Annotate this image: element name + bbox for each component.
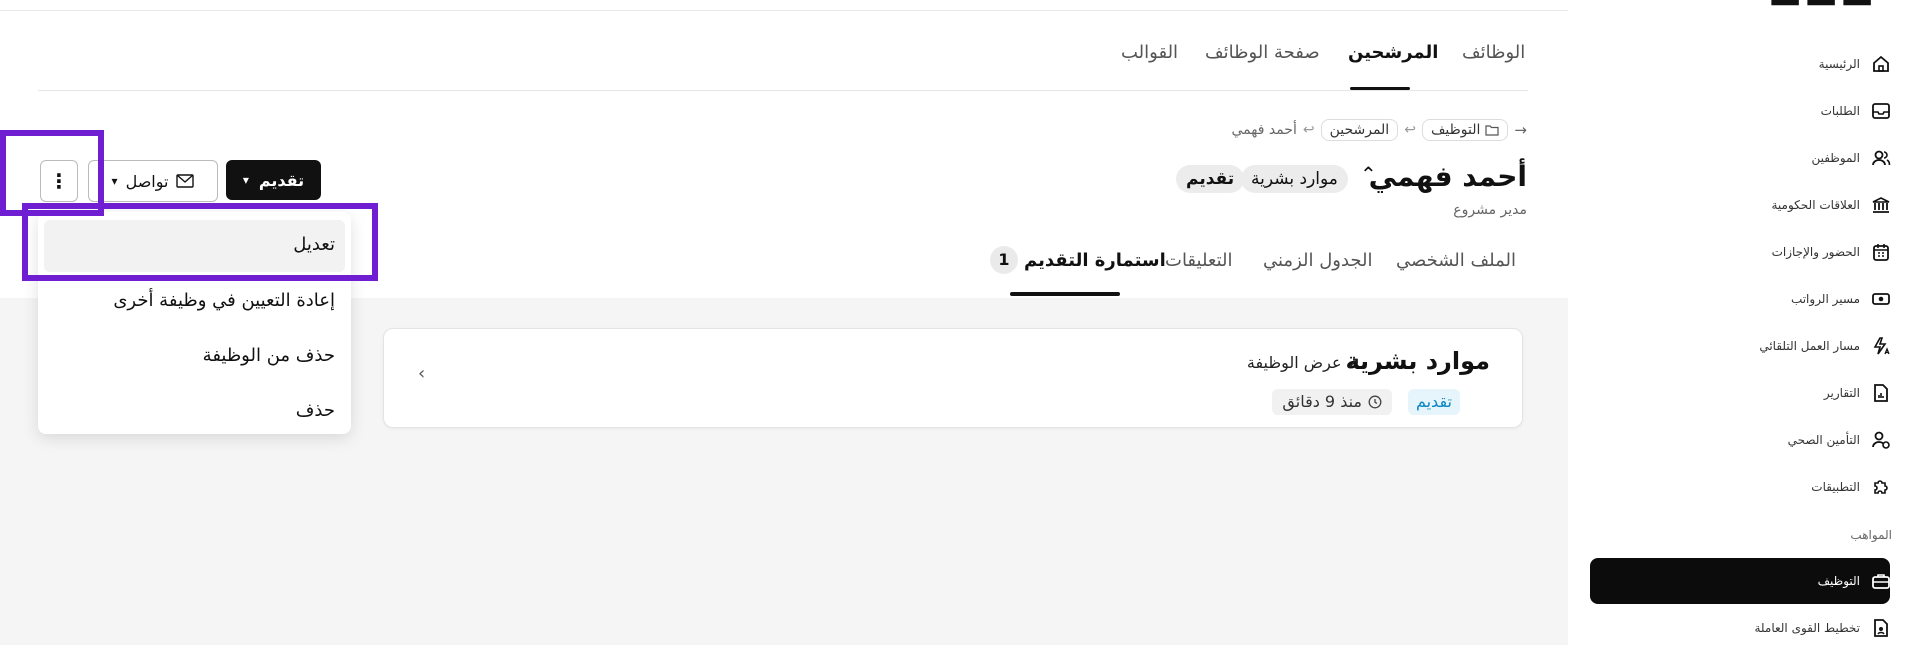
tabs-divider	[38, 90, 1528, 91]
time-ago-tag: منذ 9 دقائق	[1272, 389, 1392, 415]
sidebar-item-attendance[interactable]: الحضور والإجازات	[1772, 241, 1892, 263]
sidebar-item-apps[interactable]: التطبيقات	[1811, 476, 1892, 498]
health-icon	[1870, 429, 1892, 451]
tab-count-badge: 1	[990, 246, 1018, 274]
active-subtab-indicator	[1010, 292, 1120, 296]
chevron-left-icon[interactable]: ‹	[418, 363, 425, 384]
view-job-link[interactable]: عرض الوظيفة ↗	[1247, 353, 1360, 372]
sidebar-item-payroll[interactable]: مسير الرواتب	[1791, 288, 1892, 310]
breadcrumb-current: أحمد فهمي	[1231, 122, 1297, 138]
menu-item-reassign[interactable]: إعادة التعيين في وظيفة أخرى	[113, 290, 335, 311]
bank-icon	[1870, 194, 1892, 216]
sidebar-item-reports[interactable]: التقارير	[1824, 382, 1892, 404]
calendar-icon	[1870, 241, 1892, 263]
folder-icon	[1485, 125, 1500, 136]
candidate-name: أحمد فهمي	[1368, 160, 1527, 193]
contact-button[interactable]: تواصل ▾	[88, 160, 218, 202]
breadcrumb-recruitment[interactable]: التوظيف	[1421, 119, 1509, 141]
tab-templates[interactable]: القوالب	[1121, 42, 1178, 63]
back-arrow-icon[interactable]: →	[1514, 121, 1527, 139]
automation-icon	[1870, 335, 1892, 357]
tab-profile[interactable]: الملف الشخصي	[1396, 250, 1516, 271]
mail-icon	[176, 174, 195, 188]
sidebar-item-government[interactable]: العلاقات الحكومية	[1772, 194, 1893, 216]
sidebar: ▬▬▬	[1568, 0, 1910, 645]
stage-button[interactable]: تقديم ▾	[226, 160, 321, 200]
tab-jobs[interactable]: الوظائف	[1462, 42, 1525, 63]
tab-application-form[interactable]: استمارة التقديم 1	[990, 246, 1166, 274]
plan-icon	[1870, 617, 1892, 639]
chevron-down-icon: ▾	[111, 174, 118, 188]
candidate-role: مدير مشروع	[1453, 202, 1527, 218]
chevron-down-icon: ▾	[242, 173, 249, 187]
sidebar-item-health[interactable]: التأمين الصحي	[1788, 429, 1892, 451]
sidebar-item-home[interactable]: الرئيسية	[1819, 53, 1892, 75]
tab-jobs-page[interactable]: صفحة الوظائف	[1205, 42, 1320, 63]
breadcrumb-candidates[interactable]: المرشحين	[1320, 119, 1399, 141]
card-title: موارد بشرية	[1345, 347, 1490, 375]
chevron-up-icon[interactable]: ⌃	[1360, 162, 1377, 186]
tab-timeline[interactable]: الجدول الزمني	[1263, 250, 1373, 271]
brand-logo: ▬▬▬	[1768, 0, 1876, 17]
highlight-edit-item	[22, 203, 378, 281]
users-icon	[1870, 147, 1892, 169]
home-icon	[1870, 53, 1892, 75]
puzzle-icon	[1870, 476, 1892, 498]
application-card[interactable]: موارد بشرية عرض الوظيفة ↗ تقديم منذ 9 دق…	[383, 328, 1523, 428]
sidebar-section-talent: المواهب	[1850, 528, 1892, 542]
sidebar-item-employees[interactable]: الموظفين	[1811, 147, 1892, 169]
sidebar-item-automation[interactable]: مسار العمل التلقائي	[1759, 335, 1892, 357]
report-icon	[1870, 382, 1892, 404]
stage-tag: تقديم	[1407, 389, 1460, 415]
sidebar-item-recruitment[interactable]: التوظيف	[1818, 570, 1892, 592]
menu-item-remove-from-job[interactable]: حذف من الوظيفة	[203, 345, 335, 366]
clock-icon	[1368, 395, 1382, 409]
cash-icon	[1870, 288, 1892, 310]
briefcase-icon	[1870, 570, 1892, 592]
sidebar-item-workforce-planning[interactable]: تخطيط القوى العاملة	[1755, 617, 1893, 639]
breadcrumb: → التوظيف ↩ المرشحين ↩ أحمد فهمي	[1231, 119, 1527, 141]
breadcrumb-separator-icon: ↩	[1302, 122, 1315, 138]
top-divider	[0, 10, 1568, 11]
sidebar-item-requests[interactable]: الطلبات	[1821, 100, 1892, 122]
tab-candidates[interactable]: المرشحين	[1348, 42, 1438, 63]
menu-item-delete[interactable]: حذف	[296, 400, 335, 421]
stage-badge: تقديم	[1176, 165, 1245, 193]
department-badge: موارد بشرية	[1241, 165, 1348, 193]
inbox-icon	[1870, 100, 1892, 122]
tab-comments[interactable]: التعليقات	[1165, 250, 1233, 271]
breadcrumb-separator-icon: ↩	[1404, 122, 1416, 138]
